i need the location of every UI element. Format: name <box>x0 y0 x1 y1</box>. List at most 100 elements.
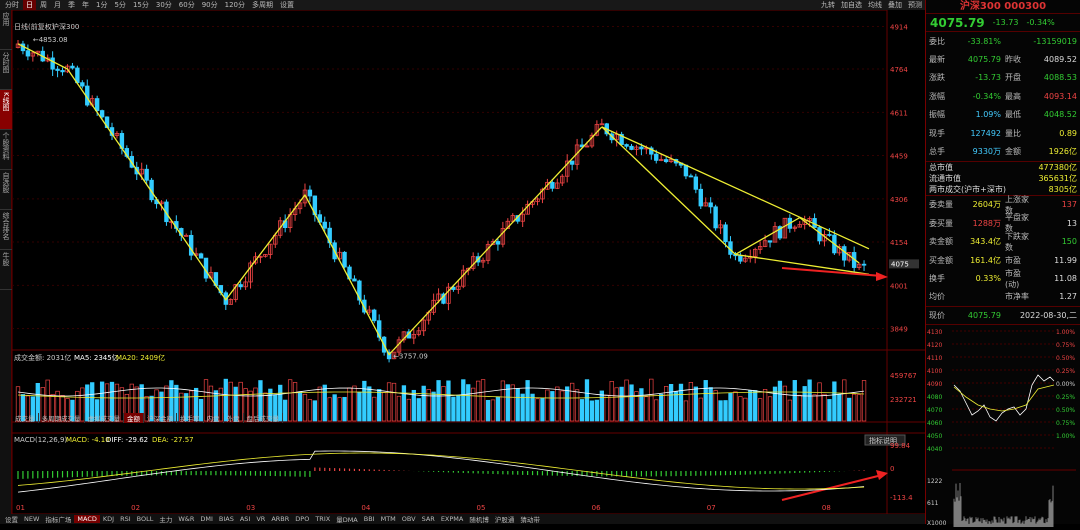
period-tab-0[interactable]: 分时 <box>2 0 22 10</box>
side-tab-6[interactable]: 牛股 <box>0 250 12 290</box>
menu-right-item-0[interactable]: 九转 <box>818 0 838 10</box>
sub-tab-4[interactable]: 沪深金额 <box>144 413 177 423</box>
indicator-tab-8[interactable]: W&R <box>175 515 197 523</box>
menu-right-item-2[interactable]: 均线 <box>865 0 885 10</box>
quote-key: 委比 <box>929 36 945 46</box>
side-tab-1[interactable]: 分时图 <box>0 50 12 90</box>
quote-key: 振幅 <box>929 110 945 120</box>
indicator-tab-9[interactable]: DMI <box>197 515 216 523</box>
volume-bar <box>614 387 619 422</box>
candle-body <box>654 153 659 161</box>
menu-right-item-1[interactable]: 加自选 <box>838 0 865 10</box>
period-tab-7[interactable]: 5分 <box>111 0 128 10</box>
indicator-tab-4[interactable]: KDJ <box>100 515 117 523</box>
period-tab-14[interactable]: 设置 <box>277 0 297 10</box>
sub-tab-5[interactable]: 换手率 <box>177 413 204 423</box>
mini-intraday-chart[interactable]: 4130 1.00% 4120 0.75% 4110 0.50% 4100 0.25% 4090… <box>926 324 1080 529</box>
volume-bar <box>619 386 624 422</box>
chart-area[interactable]: 4914 4764 4611 4459 4306 4154 4001 3849 日线(前复权)… <box>11 9 925 525</box>
chart-label: 日线(前复权) <box>14 22 55 31</box>
indicator-tab-15[interactable]: TRIX <box>312 515 333 523</box>
market-row: 总市值 477380亿 <box>926 162 1080 173</box>
candle-body <box>767 240 773 243</box>
menu-right-item-4[interactable]: 预测 <box>905 0 925 10</box>
macd-legend: MACD(12,26,9) <box>14 436 67 444</box>
candle-body <box>55 68 60 71</box>
sub-tab-6[interactable]: 内盘 <box>204 413 224 423</box>
period-tab-3[interactable]: 月 <box>51 0 64 10</box>
indicator-tab-13[interactable]: ARBR <box>268 515 292 523</box>
indicator-tab-21[interactable]: EXPMA <box>438 515 467 523</box>
sub-tab-0[interactable]: 成交量 <box>12 413 39 423</box>
volume-bar <box>733 391 738 422</box>
volume-bar <box>659 393 664 422</box>
indicator-tab-10[interactable]: BIAS <box>216 515 237 523</box>
quote-value: 2604万 <box>972 200 1001 210</box>
quote-value: 9330万 <box>972 147 1001 157</box>
period-tab-10[interactable]: 60分 <box>176 0 198 10</box>
indicator-tab-14[interactable]: DPO <box>292 515 312 523</box>
candle-body <box>723 224 728 243</box>
volume-bar <box>678 383 684 422</box>
indicator-tab-17[interactable]: BBI <box>361 515 378 523</box>
indicator-tab-12[interactable]: VR <box>253 515 268 523</box>
indicator-tab-0[interactable]: 设置 <box>2 514 21 524</box>
chart-border <box>11 9 888 525</box>
side-tab-5[interactable]: 综合排名 <box>0 210 12 250</box>
indicator-tab-23[interactable]: 沪股通 <box>492 514 518 524</box>
sub-tab-3[interactable]: 金额 <box>124 413 144 423</box>
mini-tick-right: 0.00% <box>1056 381 1075 388</box>
sub-tab-2[interactable]: 虚拟成交量 <box>85 413 124 423</box>
indicator-tab-7[interactable]: 主力 <box>156 514 175 524</box>
sub-tab-1[interactable]: 多周期成交量 <box>39 413 85 423</box>
period-tab-11[interactable]: 90分 <box>199 0 221 10</box>
period-tab-4[interactable]: 季 <box>65 0 78 10</box>
indicator-tab-24[interactable]: 猜动带 <box>517 514 543 524</box>
period-tab-2[interactable]: 周 <box>37 0 50 10</box>
side-tab-3[interactable]: 个股资料 <box>0 130 12 170</box>
indicator-tab-20[interactable]: SAR <box>419 515 438 523</box>
indicator-tab-5[interactable]: RSI <box>117 515 134 523</box>
period-tab-12[interactable]: 120分 <box>222 0 248 10</box>
volume-bar <box>718 400 723 422</box>
period-tab-6[interactable]: 1分 <box>93 0 110 10</box>
period-tab-13[interactable]: 多周期 <box>249 0 276 10</box>
sub-tab-7[interactable]: 外盘 <box>224 413 244 423</box>
quote-key2: 昨收 <box>1005 55 1021 65</box>
indicator-tab-19[interactable]: OBV <box>399 515 419 523</box>
indicator-tab-3[interactable]: MACD <box>74 515 100 523</box>
volume-bar <box>738 396 743 422</box>
indicator-tab-16[interactable]: 量DMA <box>333 514 361 524</box>
sub-tab-8[interactable]: 盘后成交量 <box>244 413 283 423</box>
volume-bar <box>792 380 797 422</box>
quote-row: 最新 4075.79 昨收 4089.52 <box>926 50 1080 68</box>
menu-right: 九转 加自选 均线 叠加 预测 <box>818 0 925 10</box>
volume-bar <box>683 400 689 422</box>
menu-right-item-3[interactable]: 叠加 <box>885 0 905 10</box>
indicator-tab-6[interactable]: BOLL <box>134 515 157 523</box>
period-tab-8[interactable]: 15分 <box>130 0 152 10</box>
indicator-tab-2[interactable]: 指标广场 <box>42 514 74 524</box>
indicator-tab-18[interactable]: MTM <box>378 515 399 523</box>
volume-bar <box>713 390 718 422</box>
mini-tick-right: 1.00% <box>1056 329 1075 336</box>
mini-price-line <box>953 374 1055 423</box>
side-tab-0[interactable]: 应用 <box>0 10 12 50</box>
candle-body <box>144 168 149 181</box>
indicator-tab-22[interactable]: 随机博 <box>466 514 492 524</box>
price-tick: 4914 <box>890 24 908 32</box>
indicator-tab-11[interactable]: ASI <box>237 515 254 523</box>
period-tab-9[interactable]: 30分 <box>153 0 175 10</box>
quote-title: 沪深300 000300 <box>926 0 1080 14</box>
quote-value2: 1926亿 <box>1048 147 1077 157</box>
volume-legend: MA20: 2409亿 <box>116 353 165 362</box>
side-tab-2[interactable]: K线图 <box>0 90 12 130</box>
period-tab-5[interactable]: 年 <box>79 0 92 10</box>
quote-value: 343.4亿 <box>970 237 1001 247</box>
period-tab-1[interactable]: 日 <box>23 0 36 10</box>
kline-chart-svg[interactable]: 4914 4764 4611 4459 4306 4154 4001 3849 日线(前复权)… <box>11 9 925 525</box>
chart-name: 沪深300 <box>52 22 79 31</box>
quote-key2: 市净率 <box>1005 292 1029 302</box>
side-tab-4[interactable]: 自选股 <box>0 170 12 210</box>
indicator-tab-1[interactable]: NEW <box>21 515 42 523</box>
